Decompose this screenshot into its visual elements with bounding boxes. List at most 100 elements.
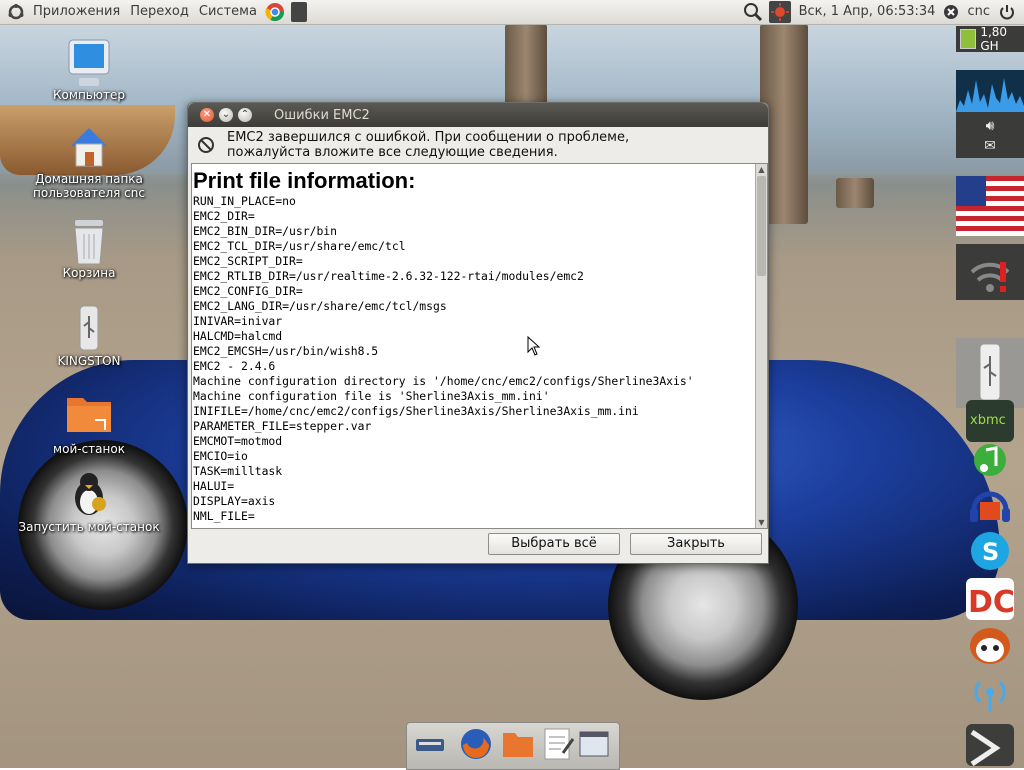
desktop-icon-label: Запустить мой-станок [18, 520, 160, 534]
mail-icon[interactable]: ✉ [956, 136, 1024, 156]
search-icon[interactable] [743, 2, 763, 22]
close-circle-icon[interactable] [943, 4, 959, 20]
info-line: EMC2_DIR= [193, 209, 255, 223]
home-folder-icon [65, 122, 113, 170]
cpu-frequency-applet[interactable]: 1,80 GH [956, 25, 1024, 53]
window-icon[interactable] [577, 727, 611, 761]
menu-system[interactable]: Система [194, 0, 262, 24]
desktop-icon-label: Компьютер [53, 88, 125, 102]
svg-text:DC: DC [968, 585, 1014, 620]
message-line: пожалуйста вложите все следующие сведени… [227, 145, 558, 160]
info-line: EMC2_BIN_DIR=/usr/bin [193, 224, 338, 238]
dialog-titlebar[interactable]: ✕ ⌄ ⌃ Ошибки EMC2 [188, 103, 768, 127]
scrollbar-thumb[interactable] [757, 176, 766, 276]
ubuntu-logo-icon[interactable] [7, 3, 25, 21]
cpu-graph-icon [956, 70, 1024, 112]
emc2-errors-dialog: ✕ ⌄ ⌃ Ошибки EMC2 EMC2 завершился с ошиб… [187, 102, 769, 564]
cpu-chip-icon [960, 29, 977, 49]
close-icon[interactable]: ✕ [200, 108, 214, 122]
system-monitor-applet[interactable]: 🔊︎ ✉ [956, 70, 1024, 158]
info-line: EMCMOT=motmod [193, 434, 283, 448]
info-line: EMC2_SCRIPT_DIR= [193, 254, 303, 268]
bottom-dock [406, 722, 620, 770]
info-line: EMC2_EMCSH=/usr/bin/wish8.5 [193, 344, 379, 358]
info-line: HALUI= [193, 479, 235, 493]
info-line: EMCIO=io [193, 449, 248, 463]
scroll-up-arrow-icon[interactable]: ▲ [756, 164, 767, 175]
info-line: Machine configuration directory is '/hom… [193, 374, 694, 388]
svg-text:xbmc: xbmc [970, 413, 1006, 428]
maximize-icon[interactable]: ⌃ [238, 108, 252, 122]
desktop-icon-kingston[interactable]: KINGSTON [14, 304, 164, 368]
chrome-icon[interactable] [265, 2, 285, 22]
text-editor-icon[interactable] [541, 727, 575, 761]
info-heading: Print file information: [193, 168, 416, 193]
info-line: HALCMD=halcmd [193, 329, 283, 343]
firefox-icon[interactable] [459, 727, 493, 761]
keyboard-layout-flag-icon[interactable] [956, 176, 1024, 236]
message-line: EMC2 завершился с ошибкой. При сообщении… [227, 130, 630, 145]
vertical-scrollbar[interactable]: ▲ ▼ [755, 164, 767, 528]
select-all-button[interactable]: Выбрать всё [488, 533, 620, 555]
mms-icon[interactable] [966, 440, 1014, 482]
info-line: INIFILE=/home/cnc/emc2/configs/Sherline3… [193, 404, 639, 418]
usb-drive-icon [65, 304, 113, 352]
wireless-status-icon[interactable] [956, 244, 1024, 300]
info-line: INIVAR=inivar [193, 314, 283, 328]
info-line: EMC2_LANG_DIR=/usr/share/emc/tcl/msgs [193, 299, 447, 313]
scroll-down-arrow-icon[interactable]: ▼ [756, 517, 767, 528]
volume-icon[interactable]: 🔊︎ [956, 116, 1024, 136]
firefox-fox-icon[interactable] [966, 624, 1014, 666]
info-line: DISPLAY=axis [193, 494, 276, 508]
dialog-title: Ошибки EMC2 [274, 107, 370, 123]
user-name[interactable]: cnc [962, 0, 995, 24]
flash-drive-icon[interactable] [290, 2, 307, 22]
desktop-icon-my-machine[interactable]: мой-станок [14, 392, 164, 456]
desktop-icon-computer[interactable]: Компьютер [14, 38, 164, 102]
top-panel: Приложения Переход Система Вск, 1 Апр, 0… [0, 0, 1024, 25]
clock[interactable]: Вск, 1 Апр, 06:53:34 [794, 0, 941, 24]
svg-text:S: S [982, 538, 999, 566]
close-button[interactable]: Закрыть [630, 533, 762, 555]
info-line: TASK=milltask [193, 464, 283, 478]
power-icon[interactable] [998, 3, 1016, 21]
computer-icon [65, 38, 113, 86]
minimize-icon[interactable]: ⌄ [219, 108, 233, 122]
menu-applications[interactable]: Приложения [28, 0, 125, 24]
info-line: EMC2_CONFIG_DIR= [193, 284, 303, 298]
usb-mount-icon[interactable] [956, 338, 1024, 408]
wallpaper-wooden-post [836, 178, 874, 208]
arrow-icon[interactable] [966, 724, 1014, 767]
indicator-icon[interactable] [768, 1, 791, 23]
menu-places[interactable]: Переход [125, 0, 194, 24]
scanner-icon[interactable] [413, 727, 447, 761]
info-line: NML_FILE= [193, 509, 255, 523]
audacity-icon[interactable] [966, 484, 1014, 526]
desktop-icon-trash[interactable]: Корзина [14, 216, 164, 280]
xbmc-icon[interactable]: xbmc [966, 400, 1014, 442]
wireless-icon[interactable] [966, 672, 1014, 714]
dialog-message: EMC2 завершился с ошибкой. При сообщении… [188, 127, 768, 163]
skype-icon[interactable]: S [966, 530, 1014, 572]
info-line: EMC2_RTLIB_DIR=/usr/realtime-2.6.32-122-… [193, 269, 584, 283]
desktop-icon-label: Домашняя папка пользователя cnc [33, 172, 145, 200]
info-line: RUN_IN_PLACE=no [193, 194, 296, 208]
desktop-icon-launch-machine[interactable]: Запустить мой-станок [14, 470, 164, 534]
folder-icon[interactable] [501, 727, 535, 761]
desktop-icon-label: KINGSTON [57, 354, 121, 368]
info-text-area[interactable]: Print file information: RUN_IN_PLACE=no … [191, 163, 768, 529]
linuxcnc-penguin-icon [65, 470, 113, 518]
info-line: PARAMETER_FILE=stepper.var [193, 419, 372, 433]
desktop-icon-label: Корзина [62, 266, 116, 280]
desktop-icon-label: мой-станок [53, 442, 125, 456]
error-stop-icon [197, 136, 215, 154]
trash-icon [65, 216, 113, 265]
mouse-cursor-icon [527, 335, 541, 356]
info-line: EMC2_TCL_DIR=/usr/share/emc/tcl [193, 239, 406, 253]
folder-icon [65, 392, 113, 440]
docky-icon[interactable]: DC [966, 578, 1015, 620]
info-line: Machine configuration file is 'Sherline3… [193, 389, 550, 403]
desktop-icon-home[interactable]: Домашняя папка пользователя cnc [14, 122, 164, 200]
info-line: EMC2 - 2.4.6 [193, 359, 276, 373]
cpu-frequency: 1,80 GH [980, 25, 1008, 53]
